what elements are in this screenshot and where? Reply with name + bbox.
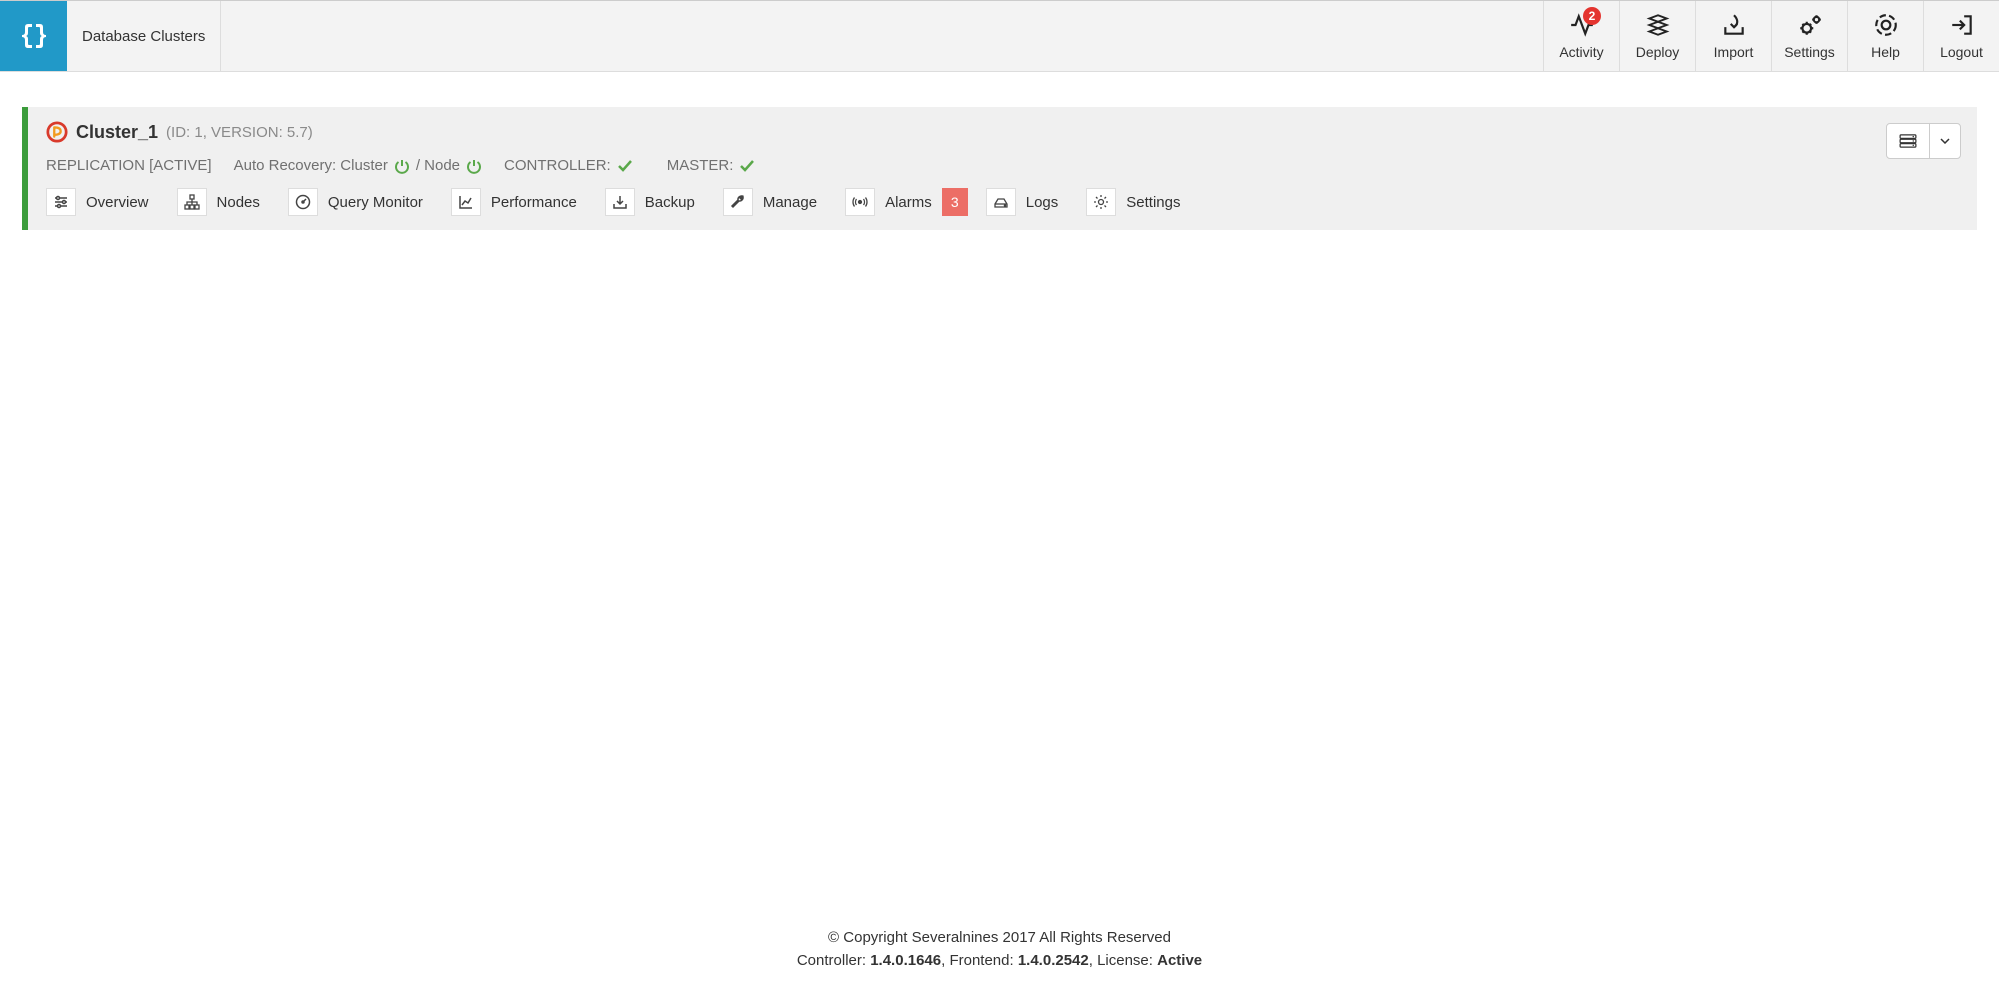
gauge-icon (295, 194, 311, 210)
page-title: Database Clusters (67, 1, 221, 71)
app-logo[interactable] (0, 1, 67, 71)
version-line: Controller: 1.4.0.1646, Frontend: 1.4.0.… (0, 950, 1999, 973)
nodes-icon (184, 194, 200, 210)
tab-label: Query Monitor (318, 188, 433, 216)
tab-manage[interactable]: Manage (723, 188, 827, 216)
nav-settings[interactable]: Settings (1771, 1, 1847, 71)
caret-down-icon (1940, 138, 1950, 144)
settings-icon (1797, 12, 1823, 38)
power-icon (466, 158, 482, 174)
tab-performance[interactable]: Performance (451, 188, 587, 216)
import-icon (1721, 12, 1747, 38)
activity-badge: 2 (1583, 7, 1601, 25)
tab-backup[interactable]: Backup (605, 188, 705, 216)
tab-nodes[interactable]: Nodes (177, 188, 270, 216)
cluster-name: Cluster_1 (76, 122, 158, 143)
tab-label: Manage (753, 188, 827, 216)
nav-label: Help (1871, 44, 1900, 60)
tab-label: Backup (635, 188, 705, 216)
cluster-actions-dropdown[interactable] (1886, 123, 1961, 159)
tab-query-monitor[interactable]: Query Monitor (288, 188, 433, 216)
percona-icon (46, 121, 68, 143)
cluster-meta: (ID: 1, VERSION: 5.7) (166, 124, 313, 141)
nav-label: Deploy (1636, 44, 1680, 60)
wrench-icon (730, 194, 746, 210)
broadcast-icon (852, 194, 868, 210)
tab-label: Logs (1016, 188, 1069, 216)
controller-label: CONTROLLER: (504, 157, 611, 174)
logout-icon (1949, 12, 1975, 38)
server-icon (1899, 134, 1917, 148)
download-icon (612, 194, 628, 210)
nav-logout[interactable]: Logout (1923, 1, 1999, 71)
nav-label: Activity (1559, 44, 1603, 60)
footer: © Copyright Severalnines 2017 All Rights… (0, 927, 1999, 972)
tab-label: Nodes (207, 188, 270, 216)
replication-status: REPLICATION [ACTIVE] (46, 157, 212, 174)
app-header: Database Clusters 2 Activity Deploy Impo… (0, 0, 1999, 72)
cluster-panel: Cluster_1 (ID: 1, VERSION: 5.7) REPLICAT… (22, 107, 1977, 230)
alarms-badge: 3 (942, 188, 968, 216)
tab-settings[interactable]: Settings (1086, 188, 1190, 216)
tab-label: Alarms (875, 188, 942, 216)
sliders-icon (53, 194, 69, 210)
tab-overview[interactable]: Overview (46, 188, 159, 216)
help-icon (1873, 12, 1899, 38)
power-icon (394, 158, 410, 174)
tab-label: Settings (1116, 188, 1190, 216)
cluster-status-row: REPLICATION [ACTIVE] Auto Recovery: Clus… (46, 157, 1961, 174)
disk-icon (993, 194, 1009, 210)
tab-alarms[interactable]: Alarms 3 (845, 188, 968, 216)
nav-label: Import (1714, 44, 1754, 60)
copyright-text: © Copyright Severalnines 2017 All Rights… (0, 927, 1999, 950)
nav-label: Settings (1784, 44, 1835, 60)
cluster-tabs: Overview Nodes Query Monitor Performance… (46, 188, 1961, 216)
auto-recovery-label: Auto Recovery: Cluster (234, 157, 388, 174)
master-label: MASTER: (667, 157, 734, 174)
gear-icon (1093, 194, 1109, 210)
nav-deploy[interactable]: Deploy (1619, 1, 1695, 71)
cluster-header: Cluster_1 (ID: 1, VERSION: 5.7) (46, 121, 1961, 143)
tab-logs[interactable]: Logs (986, 188, 1069, 216)
auto-recovery-node-label: / Node (416, 157, 460, 174)
nav-import[interactable]: Import (1695, 1, 1771, 71)
deploy-icon (1645, 12, 1671, 38)
tab-label: Overview (76, 188, 159, 216)
severalnines-logo-icon (18, 20, 50, 52)
chart-icon (458, 194, 474, 210)
tab-label: Performance (481, 188, 587, 216)
nav-label: Logout (1940, 44, 1983, 60)
nav-activity[interactable]: 2 Activity (1543, 1, 1619, 71)
check-icon (739, 159, 755, 173)
check-icon (617, 159, 633, 173)
nav-help[interactable]: Help (1847, 1, 1923, 71)
